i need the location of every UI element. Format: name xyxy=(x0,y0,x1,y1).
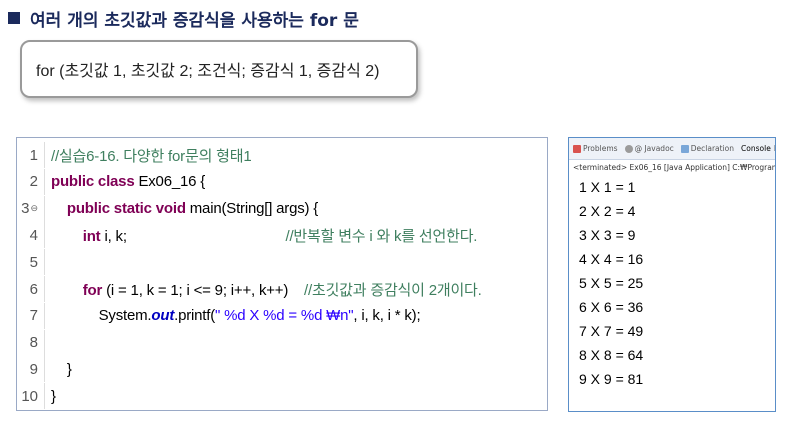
code-token: public static void xyxy=(66,200,186,218)
code-token: //반복할 변수 i 와 k를 선언한다. xyxy=(285,227,478,245)
code-token: } xyxy=(51,387,56,405)
javadoc-icon xyxy=(624,144,633,153)
code-token: int xyxy=(82,227,101,245)
close-tab-icon[interactable]: ☒ xyxy=(774,144,775,153)
line-number: 6 xyxy=(17,276,45,302)
code-text: //실습6-16. 다양한 for문의 형태1 xyxy=(45,145,252,166)
code-text: int i, k; //반복할 변수 i 와 k를 선언한다. xyxy=(45,225,478,246)
code-token: main(String[] args) { xyxy=(185,200,319,218)
code-line: 1 //실습6-16. 다양한 for문의 형태1 xyxy=(17,142,547,168)
code-token: for xyxy=(82,281,103,299)
heading-text: 여러 개의 초깃값과 증감식을 사용하는 for 문 xyxy=(30,10,359,31)
fold-toggle-icon[interactable]: ⊖ xyxy=(30,203,38,214)
code-token: public class xyxy=(51,173,135,191)
code-token: System. xyxy=(51,307,152,325)
code-token: (i = 1, k = 1; i <= 9; i++, k++) xyxy=(102,281,305,299)
code-line: 2 public class Ex06_16 { xyxy=(17,168,547,195)
tab-label: Declaration xyxy=(690,144,735,153)
tab-label: Problems xyxy=(583,144,618,153)
view-tab-bar: Problems @ Javadoc Declaration Console☒ xyxy=(569,138,775,160)
line-number: 7 xyxy=(17,302,45,329)
line-number: 8 xyxy=(17,329,45,356)
output-line: 8 X 8 = 64 xyxy=(579,347,644,363)
line-number: 9 xyxy=(17,356,45,383)
code-editor[interactable]: 1//실습6-16. 다양한 for문의 형태1 2 public class Ex… xyxy=(16,137,548,411)
code-token: Ex06_16 { xyxy=(134,173,206,191)
tab-label: @ Javadoc xyxy=(634,144,674,153)
code-token: //초깃값과 증감식이 2개이다. xyxy=(304,281,482,299)
tab-label: Console xyxy=(741,144,771,153)
code-token: .printf( xyxy=(174,307,216,325)
line-number: 2 xyxy=(17,168,45,195)
code-line: 5 xyxy=(17,249,547,276)
problems-icon xyxy=(573,144,581,153)
output-line: 4 X 4 = 16 xyxy=(579,251,644,267)
code-line: 4 int i, k; //반복할 변수 i 와 k를 선언한다. xyxy=(17,222,547,249)
code-token: } xyxy=(51,360,72,378)
output-line: 9 X 9 = 81 xyxy=(579,371,644,387)
code-text: for (i = 1, k = 1; i <= 9; i++, k++) //초… xyxy=(45,279,482,300)
code-text: public class Ex06_16 { xyxy=(45,173,205,190)
output-line: 6 X 6 = 36 xyxy=(579,299,644,315)
console-output: 1 X 1 = 1 2 X 2 = 4 3 X 3 = 9 4 X 4 = 16 5 X… xyxy=(569,175,775,391)
code-line: 10} xyxy=(17,383,547,410)
code-line: 3 ⊖ public static void main(String[] args… xyxy=(17,195,547,222)
line-number: 3 ⊖ xyxy=(17,195,45,222)
code-text: } xyxy=(45,388,56,405)
syntax-box: for (초깃값 1, 초깃값 2; 조건식; 증감식 1, 증감식 2) xyxy=(20,40,418,98)
code-token: " %d X %d = %d ₩n" xyxy=(215,307,354,325)
line-number: 10 xyxy=(17,383,45,410)
console-view: Problems @ Javadoc Declaration Console☒ <te… xyxy=(568,137,776,412)
code-token: //실습6-16. 다양한 for문의 형태1 xyxy=(51,147,252,165)
code-line: 7 System.out.printf(" %d X %d = %d ₩n", … xyxy=(17,302,547,329)
line-number: 4 xyxy=(17,222,45,249)
code-token: out xyxy=(151,307,175,325)
tab-console[interactable]: Console☒ xyxy=(741,144,775,153)
code-line: 8 xyxy=(17,329,547,356)
declaration-icon xyxy=(680,144,689,153)
output-line: 3 X 3 = 9 xyxy=(579,227,636,243)
output-line: 7 X 7 = 49 xyxy=(579,323,644,339)
tab-javadoc[interactable]: @ Javadoc xyxy=(624,144,674,153)
syntax-text: for (초깃값 1, 초깃값 2; 조건식; 증감식 1, 증감식 2) xyxy=(36,63,380,80)
output-line: 1 X 1 = 1 xyxy=(579,179,636,195)
code-text: public static void main(String[] args) { xyxy=(45,200,318,217)
code-token: , i, k, i * k); xyxy=(353,307,421,325)
line-number: 1 xyxy=(17,142,45,168)
code-token: i, k; xyxy=(100,227,286,245)
code-text: } xyxy=(45,361,72,378)
line-number: 5 xyxy=(17,249,45,276)
tab-problems[interactable]: Problems xyxy=(573,144,618,153)
console-status: <terminated> Ex06_16 [Java Application] … xyxy=(573,163,775,172)
tab-declaration[interactable]: Declaration xyxy=(680,144,735,153)
code-line: 6 for (i = 1, k = 1; i <= 9; i++, k++) /… xyxy=(17,276,547,302)
code-line: 9 } xyxy=(17,356,547,383)
output-line: 2 X 2 = 4 xyxy=(579,203,636,219)
square-bullet-icon xyxy=(8,12,20,24)
slide-heading: 여러 개의 초깃값과 증감식을 사용하는 for 문 xyxy=(8,6,359,31)
output-line: 5 X 5 = 25 xyxy=(579,275,644,291)
code-text: System.out.printf(" %d X %d = %d ₩n", i,… xyxy=(45,307,421,325)
